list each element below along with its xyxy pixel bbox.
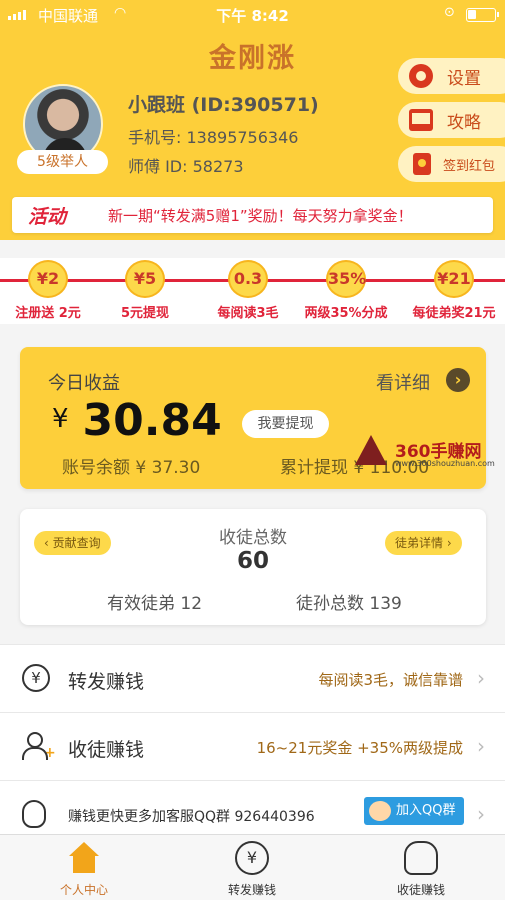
menu-list: ¥ 转发赚钱 每阅读3毛，诚信靠谱 › + 收徒赚钱 16~21元奖金 +35%… (0, 644, 505, 848)
step-label: 每徒弟奖21元 (412, 306, 496, 321)
red-envelope-icon (413, 153, 431, 175)
level-badge: 5级举人 (17, 150, 108, 174)
book-icon (409, 109, 433, 131)
recruit-earn-row[interactable]: + 收徒赚钱 16~21元奖金 +35%两级提成 › (0, 712, 505, 780)
earnings-title: 今日收益 (48, 373, 120, 394)
clock: 下午 8:42 (216, 7, 289, 25)
valid-apprentices: 有效徒弟 12 (107, 594, 203, 614)
currency-symbol: ¥ (52, 404, 69, 434)
people-icon (369, 801, 391, 821)
settings-label: 设置 (447, 68, 481, 89)
battery-icon (466, 8, 499, 22)
chevron-right-icon: › (477, 802, 485, 826)
home-icon (67, 841, 101, 875)
tab-label: 个人中心 (59, 883, 108, 897)
tab-personal-center[interactable]: 个人中心 (24, 841, 144, 898)
coin-icon: ¥5 (125, 260, 165, 298)
user-name: 小跟班 (ID:390571) (128, 94, 319, 116)
apprentice-card: ‹ 贡献查询 徒弟详情 › 收徒总数 60 有效徒弟 12 徒孙总数 139 (20, 509, 486, 625)
tab-share-earn[interactable]: ¥ 转发赚钱 (192, 841, 312, 898)
step-item: ¥5 5元提现 (97, 260, 193, 321)
step-label: 每阅读3毛 (217, 306, 279, 321)
qq-group-text: 赚钱更快更多加客服QQ群 926440396 (68, 809, 315, 825)
watermark-url: www.360shouzhuan.com (395, 459, 495, 468)
share-earn-row[interactable]: ¥ 转发赚钱 每阅读3毛，诚信靠谱 › (0, 644, 505, 712)
chevron-right-icon[interactable]: › (446, 368, 470, 392)
banner-text: 新一期“转发满5赠1”奖励！每天努力拿奖金！ (108, 207, 413, 225)
reward-steps: ¥2 注册送 2元 ¥5 5元提现 0.3 每阅读3毛 35% 两级35%分成 … (0, 258, 505, 324)
join-qq-label: 加入QQ群 (396, 803, 456, 818)
tab-label: 收徒赚钱 (396, 883, 445, 897)
step-label: 5元提现 (120, 306, 170, 321)
join-qq-group-button[interactable]: 加入QQ群 (364, 797, 464, 825)
step-item: 35% 两级35%分成 (298, 260, 394, 321)
rotation-lock-icon: ⊙ (444, 5, 455, 20)
account-balance: 账号余额 ¥ 37.30 (62, 458, 201, 478)
row-title: 收徒赚钱 (68, 739, 145, 761)
chevron-right-icon: › (477, 666, 485, 690)
chevron-right-icon: › (477, 734, 485, 758)
red-packet-button[interactable]: 签到红包 (398, 146, 505, 182)
amount-value: 30.84 (82, 395, 222, 446)
grand-apprentices: 徒孙总数 139 (296, 594, 402, 614)
settings-button[interactable]: 设置 (398, 58, 505, 94)
apprentice-total-label: 收徒总数 (219, 528, 287, 548)
banner-tag: 活动 (28, 206, 67, 228)
coin-icon: 35% (326, 260, 366, 298)
view-details-link[interactable]: 看详细 (376, 369, 430, 395)
step-label: 注册送 2元 (15, 306, 81, 321)
watermark-logo-icon (355, 435, 387, 465)
tab-bar: 个人中心 ¥ 转发赚钱 收徒赚钱 (0, 834, 505, 900)
today-earnings-amount: ¥30.84 (52, 395, 222, 446)
guide-button[interactable]: 攻略 (398, 102, 505, 138)
row-note: 每阅读3毛，诚信靠谱 (318, 671, 463, 689)
add-person-icon: + (22, 732, 56, 760)
master-id: 师傅 ID: 58273 (128, 157, 244, 176)
status-bar: 中国联通 ◠ 下午 8:42 ⊙ (0, 0, 505, 28)
coin-icon: ¥21 (434, 260, 474, 298)
step-item: ¥2 注册送 2元 (0, 260, 96, 321)
step-item: ¥21 每徒弟奖21元 (406, 260, 502, 321)
step-item: 0.3 每阅读3毛 (200, 260, 296, 321)
yen-coin-icon: ¥ (235, 841, 269, 875)
row-note: 16~21元奖金 +35%两级提成 (256, 739, 463, 757)
user-phone: 手机号: 13895756346 (128, 128, 299, 147)
qq-penguin-icon (22, 800, 46, 828)
row-title: 转发赚钱 (68, 671, 145, 693)
tab-label: 转发赚钱 (227, 883, 276, 897)
qq-penguin-icon (404, 841, 438, 875)
header: 中国联通 ◠ 下午 8:42 ⊙ 金刚涨 5级举人 小跟班 (ID:390571… (0, 0, 505, 240)
gear-icon (409, 64, 433, 88)
watermark: 360手赚网 www.360shouzhuan.com (355, 433, 505, 473)
activity-banner[interactable]: 活动 新一期“转发满5赠1”奖励！每天努力拿奖金！ (12, 197, 493, 233)
step-label: 两级35%分成 (304, 306, 388, 321)
tab-recruit-earn[interactable]: 收徒赚钱 (361, 841, 481, 898)
guide-label: 攻略 (447, 112, 481, 133)
red-packet-label: 签到红包 (443, 158, 496, 174)
coin-icon: 0.3 (228, 260, 268, 298)
coin-icon: ¥2 (28, 260, 68, 298)
apprentice-total-count: 60 (236, 548, 269, 574)
withdraw-button[interactable]: 我要提现 (242, 410, 329, 438)
yen-coin-icon: ¥ (22, 664, 50, 692)
